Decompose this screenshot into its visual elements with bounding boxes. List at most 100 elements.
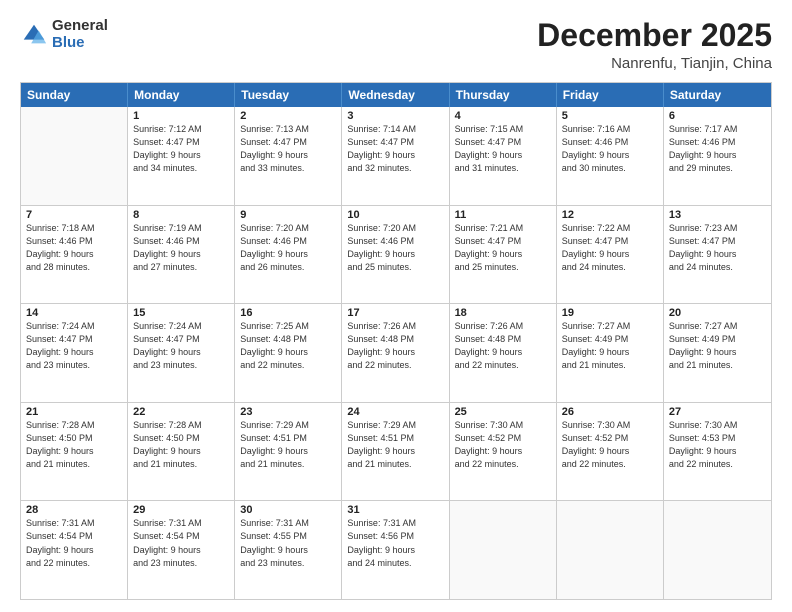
day-number: 28	[26, 504, 122, 516]
cell-line: Sunrise: 7:28 AM	[26, 419, 122, 432]
title-month: December 2025	[537, 18, 772, 53]
day-number: 5	[562, 110, 658, 122]
day-number: 29	[133, 504, 229, 516]
cell-line: Sunrise: 7:18 AM	[26, 222, 122, 235]
day-cell-27: 27Sunrise: 7:30 AMSunset: 4:53 PMDayligh…	[664, 403, 771, 501]
day-cell-22: 22Sunrise: 7:28 AMSunset: 4:50 PMDayligh…	[128, 403, 235, 501]
day-cell-5: 5Sunrise: 7:16 AMSunset: 4:46 PMDaylight…	[557, 107, 664, 205]
cell-line: Daylight: 9 hours	[455, 248, 551, 261]
cell-line: Sunset: 4:52 PM	[455, 432, 551, 445]
cell-line: and 29 minutes.	[669, 162, 766, 175]
cell-line: Sunset: 4:50 PM	[133, 432, 229, 445]
day-number: 8	[133, 209, 229, 221]
cell-line: Daylight: 9 hours	[669, 445, 766, 458]
cell-line: Sunset: 4:47 PM	[133, 136, 229, 149]
day-cell-10: 10Sunrise: 7:20 AMSunset: 4:46 PMDayligh…	[342, 206, 449, 304]
cell-line: Sunrise: 7:31 AM	[347, 517, 443, 530]
cell-line: Sunrise: 7:23 AM	[669, 222, 766, 235]
cell-line: and 24 minutes.	[562, 261, 658, 274]
cell-line: Sunset: 4:46 PM	[26, 235, 122, 248]
calendar-row-0: 1Sunrise: 7:12 AMSunset: 4:47 PMDaylight…	[21, 107, 771, 205]
day-cell-20: 20Sunrise: 7:27 AMSunset: 4:49 PMDayligh…	[664, 304, 771, 402]
day-number: 14	[26, 307, 122, 319]
cell-line: Daylight: 9 hours	[26, 544, 122, 557]
cell-line: Daylight: 9 hours	[455, 149, 551, 162]
header-day-sunday: Sunday	[21, 83, 128, 107]
cell-line: Sunset: 4:46 PM	[562, 136, 658, 149]
cell-line: Daylight: 9 hours	[347, 346, 443, 359]
cell-line: Daylight: 9 hours	[562, 149, 658, 162]
calendar: SundayMondayTuesdayWednesdayThursdayFrid…	[20, 82, 772, 600]
cell-line: and 21 minutes.	[562, 359, 658, 372]
cell-line: and 25 minutes.	[347, 261, 443, 274]
header: General Blue December 2025 Nanrenfu, Tia…	[20, 18, 772, 72]
cell-line: Sunrise: 7:24 AM	[26, 320, 122, 333]
cell-line: and 22 minutes.	[347, 359, 443, 372]
cell-line: Daylight: 9 hours	[240, 544, 336, 557]
day-number: 25	[455, 406, 551, 418]
cell-line: Daylight: 9 hours	[347, 544, 443, 557]
day-number: 3	[347, 110, 443, 122]
cell-line: and 28 minutes.	[26, 261, 122, 274]
calendar-row-4: 28Sunrise: 7:31 AMSunset: 4:54 PMDayligh…	[21, 500, 771, 599]
day-number: 6	[669, 110, 766, 122]
day-number: 19	[562, 307, 658, 319]
day-number: 18	[455, 307, 551, 319]
cell-line: and 23 minutes.	[133, 557, 229, 570]
cell-line: Daylight: 9 hours	[669, 248, 766, 261]
cell-line: and 22 minutes.	[240, 359, 336, 372]
day-cell-16: 16Sunrise: 7:25 AMSunset: 4:48 PMDayligh…	[235, 304, 342, 402]
cell-line: Daylight: 9 hours	[26, 346, 122, 359]
day-number: 15	[133, 307, 229, 319]
header-day-friday: Friday	[557, 83, 664, 107]
day-number: 1	[133, 110, 229, 122]
cell-line: Daylight: 9 hours	[240, 346, 336, 359]
cell-line: and 32 minutes.	[347, 162, 443, 175]
cell-line: Daylight: 9 hours	[562, 248, 658, 261]
cell-line: Sunset: 4:47 PM	[562, 235, 658, 248]
calendar-row-1: 7Sunrise: 7:18 AMSunset: 4:46 PMDaylight…	[21, 205, 771, 304]
cell-line: and 31 minutes.	[455, 162, 551, 175]
cell-line: Daylight: 9 hours	[133, 346, 229, 359]
cell-line: Daylight: 9 hours	[240, 445, 336, 458]
day-cell-empty-4-4	[450, 501, 557, 599]
cell-line: Sunset: 4:46 PM	[347, 235, 443, 248]
cell-line: Daylight: 9 hours	[669, 346, 766, 359]
day-cell-25: 25Sunrise: 7:30 AMSunset: 4:52 PMDayligh…	[450, 403, 557, 501]
cell-line: Daylight: 9 hours	[347, 445, 443, 458]
cell-line: Sunset: 4:47 PM	[347, 136, 443, 149]
cell-line: Sunset: 4:52 PM	[562, 432, 658, 445]
calendar-header: SundayMondayTuesdayWednesdayThursdayFrid…	[21, 83, 771, 107]
cell-line: Daylight: 9 hours	[133, 248, 229, 261]
header-day-saturday: Saturday	[664, 83, 771, 107]
day-cell-empty-0-0	[21, 107, 128, 205]
day-number: 21	[26, 406, 122, 418]
cell-line: Daylight: 9 hours	[240, 248, 336, 261]
cell-line: and 23 minutes.	[240, 557, 336, 570]
cell-line: Sunset: 4:47 PM	[133, 333, 229, 346]
day-number: 31	[347, 504, 443, 516]
cell-line: Daylight: 9 hours	[347, 149, 443, 162]
day-cell-2: 2Sunrise: 7:13 AMSunset: 4:47 PMDaylight…	[235, 107, 342, 205]
day-number: 11	[455, 209, 551, 221]
day-number: 16	[240, 307, 336, 319]
day-cell-8: 8Sunrise: 7:19 AMSunset: 4:46 PMDaylight…	[128, 206, 235, 304]
cell-line: and 21 minutes.	[669, 359, 766, 372]
day-number: 22	[133, 406, 229, 418]
day-number: 23	[240, 406, 336, 418]
cell-line: Sunset: 4:55 PM	[240, 530, 336, 543]
cell-line: and 33 minutes.	[240, 162, 336, 175]
title-block: December 2025 Nanrenfu, Tianjin, China	[537, 18, 772, 72]
cell-line: Sunrise: 7:31 AM	[133, 517, 229, 530]
day-number: 7	[26, 209, 122, 221]
calendar-row-2: 14Sunrise: 7:24 AMSunset: 4:47 PMDayligh…	[21, 303, 771, 402]
logo-general: General	[52, 18, 108, 35]
cell-line: Sunset: 4:48 PM	[240, 333, 336, 346]
cell-line: Sunrise: 7:12 AM	[133, 123, 229, 136]
day-number: 30	[240, 504, 336, 516]
cell-line: and 26 minutes.	[240, 261, 336, 274]
cell-line: Sunrise: 7:21 AM	[455, 222, 551, 235]
cell-line: and 25 minutes.	[455, 261, 551, 274]
cell-line: Daylight: 9 hours	[133, 544, 229, 557]
logo: General Blue	[20, 18, 108, 51]
